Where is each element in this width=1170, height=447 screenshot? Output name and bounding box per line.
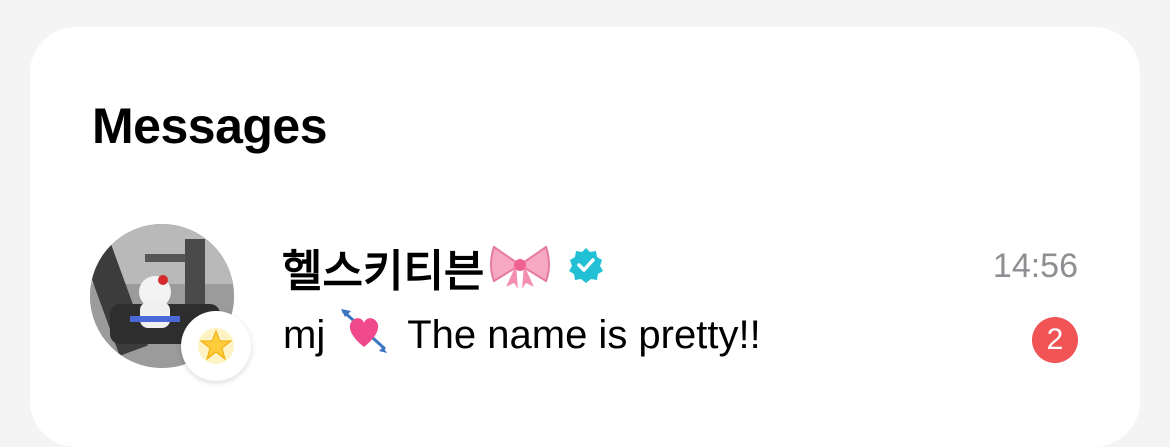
bow-icon xyxy=(488,241,552,294)
unread-badge: 2 xyxy=(1032,317,1078,363)
heart-with-arrow-icon xyxy=(339,307,389,363)
page-title: Messages xyxy=(92,98,328,154)
star-icon xyxy=(198,328,234,364)
message-text: The name is pretty!! xyxy=(407,312,761,357)
conversation-title: 헬스키티븐 xyxy=(282,237,604,297)
contact-name: 헬스키티븐 xyxy=(282,247,485,296)
timestamp: 14:56 xyxy=(992,247,1078,285)
sender-name: mj xyxy=(283,312,326,357)
message-preview: mj The name is pretty!! xyxy=(283,307,761,363)
verified-badge-icon xyxy=(568,247,604,288)
conversation-row[interactable]: 헬스키티븐 14:56 mj The name is pretty!! 2 xyxy=(30,207,1140,387)
avatar-badge xyxy=(181,311,251,381)
messages-card: Messages 헬스키티븐 14:56 mj The name is pret… xyxy=(30,27,1140,447)
